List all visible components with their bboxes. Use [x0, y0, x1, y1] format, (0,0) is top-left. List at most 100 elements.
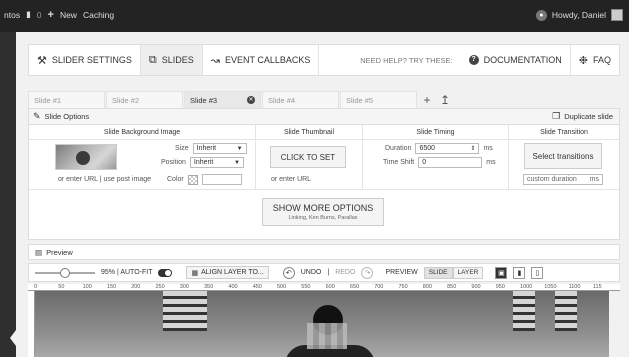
- documentation-link[interactable]: ? DOCUMENTATION: [461, 45, 571, 75]
- caching-link[interactable]: Caching: [83, 10, 114, 20]
- show-more-label: SHOW MORE OPTIONS: [272, 203, 374, 213]
- auto-fit-toggle[interactable]: [158, 268, 173, 277]
- timing-section: Duration 6500 ⇕ ms Time Shift 0 ms: [363, 140, 509, 189]
- slide-tab-3[interactable]: Slide #3 ✕: [184, 91, 261, 108]
- horizontal-ruler: 0 50 100 150 200 250 300 350 400 450 500 550 600 650 7…: [28, 284, 620, 291]
- stepper-icon[interactable]: ⇕: [470, 145, 475, 152]
- ruler-tick-label: 200: [131, 284, 141, 290]
- size-label: Size: [175, 145, 189, 152]
- undo-button[interactable]: UNDO: [301, 269, 322, 276]
- tab-slider-settings[interactable]: ⚒ SLIDER SETTINGS: [29, 45, 141, 75]
- timeshift-label: Time Shift: [383, 159, 415, 166]
- color-field: Color: [167, 174, 242, 185]
- desktop-icon[interactable]: ▣: [495, 266, 508, 279]
- color-swatch[interactable]: [187, 174, 198, 185]
- tab-event-callbacks[interactable]: ↝ EVENT CALLBACKS: [203, 45, 320, 75]
- tab-slides[interactable]: ⧉ SLIDES: [140, 45, 203, 75]
- transition-section: Select transitions custom duration ms: [509, 140, 619, 189]
- tablet-icon[interactable]: ▮: [513, 266, 526, 279]
- tab-label: SLIDES: [161, 55, 194, 65]
- ruler-tick-label: 100: [82, 284, 92, 290]
- mobile-icon[interactable]: ▯: [531, 266, 544, 279]
- ruler-tick-label: 50: [58, 284, 65, 290]
- position-label: Position: [161, 159, 186, 166]
- duplicate-slide-button[interactable]: ❐ Duplicate slide: [552, 111, 613, 122]
- click-to-set-button[interactable]: CLICK TO SET: [270, 146, 346, 168]
- site-name-link[interactable]: ntos: [4, 10, 20, 20]
- preview-layer-button[interactable]: LAYER: [452, 266, 484, 279]
- collapse-arrow-icon[interactable]: [10, 330, 16, 346]
- col-thumbnail-header: Slide Thumbnail: [256, 125, 363, 139]
- slide-options-header: ✎ Slide Options ❐ Duplicate slide: [29, 109, 619, 125]
- slide-tab-4[interactable]: Slide #4: [262, 91, 339, 108]
- align-label: ALIGN LAYER TO...: [201, 269, 264, 276]
- copy-icon: ❐: [552, 111, 561, 121]
- new-content-link[interactable]: New: [60, 10, 77, 20]
- edit-icon: ✎: [33, 111, 41, 121]
- separator: |: [327, 269, 330, 276]
- background-url-note[interactable]: or enter URL | use post image: [58, 176, 151, 183]
- redo-button[interactable]: REDO: [335, 269, 355, 276]
- select-transitions-button[interactable]: Select transitions: [524, 143, 602, 169]
- slider-handle[interactable]: [60, 267, 70, 278]
- caret-down-icon: ▼: [236, 145, 243, 152]
- timeshift-input[interactable]: 0: [418, 157, 483, 168]
- size-value: Inherit: [196, 145, 217, 152]
- ruler-tick-label: 350: [204, 284, 214, 290]
- slide-tab-2[interactable]: Slide #2: [106, 91, 183, 108]
- gravatar-icon[interactable]: ●: [535, 9, 547, 21]
- position-field: Position Inherit ▼: [161, 157, 244, 168]
- show-more-options-button[interactable]: SHOW MORE OPTIONS Linking, Ken Burns, Pa…: [262, 198, 384, 226]
- col-background-header: Slide Background Image: [29, 125, 256, 139]
- preview-slide-button[interactable]: SLIDE: [423, 266, 453, 279]
- ruler-tick-label: 450: [252, 284, 262, 290]
- tab-label: EVENT CALLBACKS: [224, 55, 311, 65]
- upload-slide-button[interactable]: ↥: [436, 91, 454, 108]
- size-select[interactable]: Inherit ▼: [192, 143, 247, 154]
- add-slide-button[interactable]: +: [418, 91, 436, 108]
- background-section: Size Inherit ▼ Position Inherit ▼ or enter…: [29, 140, 256, 189]
- position-select[interactable]: Inherit ▼: [189, 157, 244, 168]
- zoom-label: 95% | AUTO-FIT: [101, 269, 153, 276]
- ruler-tick-label: 300: [179, 284, 189, 290]
- zoom-slider[interactable]: [35, 267, 95, 278]
- slide-preview-stage[interactable]: [35, 291, 609, 357]
- slides-icon: ⧉: [148, 53, 157, 66]
- slide-tab-1[interactable]: Slide #1: [28, 91, 105, 108]
- redo-icon[interactable]: ↷: [361, 266, 374, 279]
- column-headers: Slide Background Image Slide Thumbnail S…: [29, 125, 619, 140]
- align-layer-button[interactable]: ▦ ALIGN LAYER TO...: [186, 266, 269, 279]
- preview-mode-group: SLIDE LAYER: [423, 266, 484, 279]
- slide-tab-5[interactable]: Slide #5: [340, 91, 417, 108]
- ruler-tick-label: 850: [447, 284, 457, 290]
- lifebuoy-icon: ❉: [578, 54, 588, 67]
- more-options-area: SHOW MORE OPTIONS Linking, Ken Burns, Pa…: [29, 190, 619, 238]
- comments-icon[interactable]: ▮: [26, 9, 31, 20]
- faq-link[interactable]: ❉ FAQ: [571, 45, 619, 75]
- avatar[interactable]: [611, 9, 623, 21]
- ruler-tick-label: 1000: [520, 284, 533, 290]
- color-input[interactable]: [201, 174, 242, 185]
- position-value: Inherit: [193, 159, 214, 166]
- slide-tab-label: Slide #2: [112, 95, 140, 105]
- ruler-tick-label: 115: [592, 284, 602, 290]
- duration-input[interactable]: 6500 ⇕: [415, 143, 480, 154]
- ruler-tick-label: 0: [34, 284, 38, 290]
- custom-duration-input[interactable]: custom duration ms: [523, 174, 603, 185]
- thumbnail-url-note[interactable]: or enter URL: [271, 176, 311, 183]
- ruler-tick-label: 800: [422, 284, 432, 290]
- howdy-user-link[interactable]: Howdy, Daniel: [552, 10, 606, 20]
- slide-tab-label: Slide #3: [190, 95, 218, 105]
- plus-icon[interactable]: +: [48, 9, 54, 20]
- plus-icon: +: [423, 92, 431, 107]
- undo-icon[interactable]: ↶: [282, 266, 295, 279]
- banner-left: [163, 291, 185, 331]
- close-icon[interactable]: ✕: [247, 96, 255, 104]
- faq-label: FAQ: [592, 55, 611, 65]
- duration-value: 6500: [419, 145, 436, 152]
- upload-icon: ↥: [439, 92, 451, 107]
- background-image-thumbnail[interactable]: [55, 144, 117, 170]
- pixelated-area: [307, 323, 347, 349]
- duration-label: Duration: [385, 145, 412, 152]
- ruler-tick-label: 1100: [568, 284, 581, 290]
